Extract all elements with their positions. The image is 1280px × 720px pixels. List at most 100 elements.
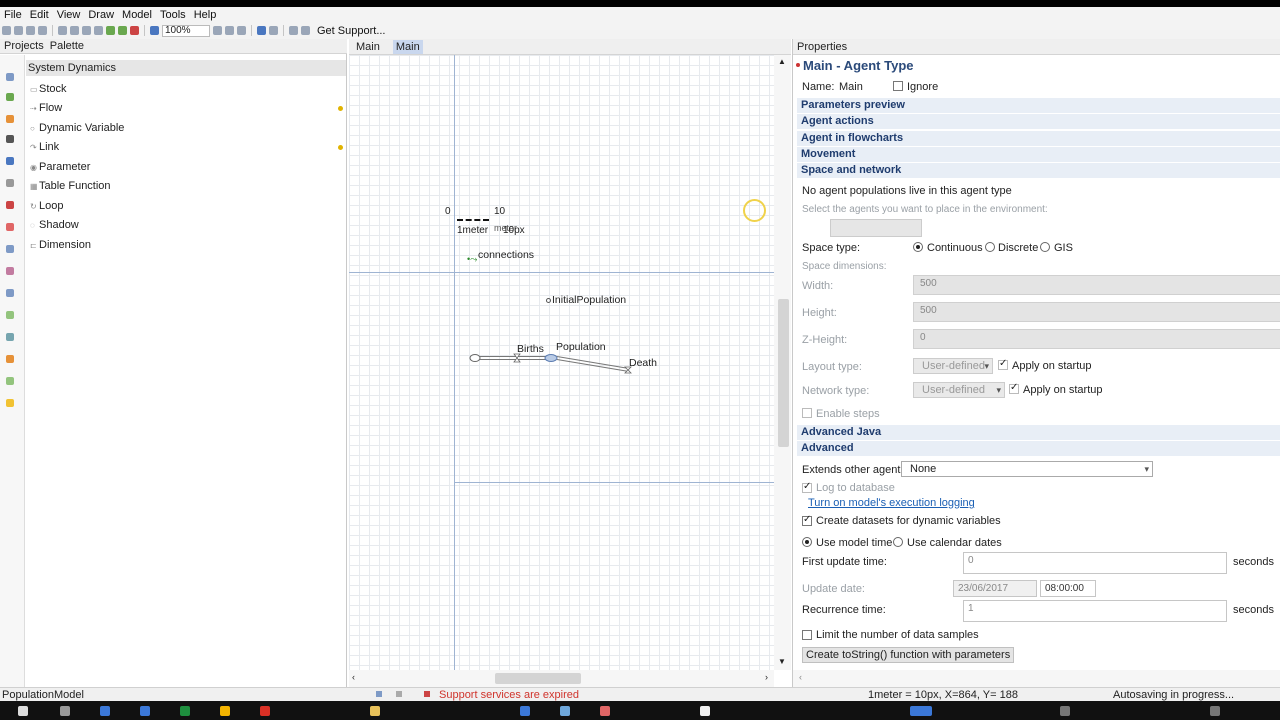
grid-icon[interactable] — [269, 26, 278, 35]
palette-item-table-function[interactable]: ▦ Table Function — [30, 180, 111, 192]
menu-file[interactable]: File — [0, 9, 26, 21]
app-icon[interactable] — [520, 706, 530, 716]
zoom-combo[interactable]: 100% — [162, 24, 210, 37]
menu-edit[interactable]: Edit — [26, 9, 53, 21]
palette-item-loop[interactable]: ↻ Loop — [30, 200, 63, 212]
editor-canvas[interactable]: 0 10 1meter meter 10px •⤳ connections In… — [349, 55, 774, 670]
scroll-down-icon[interactable]: ▼ — [778, 657, 786, 666]
width-field[interactable]: 500 — [913, 275, 1280, 295]
palette-item-dynamic-variable[interactable]: ○ Dynamic Variable — [30, 122, 124, 134]
name-value[interactable]: Main — [839, 81, 863, 93]
pictures-icon[interactable] — [6, 333, 14, 341]
create-datasets-checkbox[interactable] — [802, 514, 812, 526]
section-parameters-preview[interactable]: Parameters preview — [797, 98, 1280, 113]
properties-horizontal-scrollbar[interactable]: ‹ — [793, 670, 1280, 687]
update-time-field[interactable]: 08:00:00 — [1040, 580, 1096, 597]
controls-icon[interactable] — [6, 289, 14, 297]
extends-select[interactable]: None ▾ — [901, 461, 1153, 477]
rail-library-icon[interactable] — [6, 157, 14, 165]
paste-icon[interactable] — [82, 26, 91, 35]
editor-horizontal-scroll-thumb[interactable] — [495, 673, 581, 684]
app-icon[interactable] — [600, 706, 610, 716]
menu-draw[interactable]: Draw — [84, 9, 118, 21]
save-icon[interactable] — [26, 26, 35, 35]
section-advanced-java[interactable]: Advanced Java — [797, 425, 1280, 440]
palette-item-stock[interactable]: ▭ Stock — [30, 83, 67, 95]
tab-properties[interactable]: Properties — [793, 39, 1280, 55]
section-agent-actions[interactable]: Agent actions — [797, 114, 1280, 129]
save-all-icon[interactable] — [38, 26, 47, 35]
presentation-palette-icon[interactable] — [6, 73, 14, 81]
presentation-3d-icon[interactable] — [6, 355, 14, 363]
agents-selection-box[interactable] — [830, 219, 922, 237]
palette-item-parameter[interactable]: ◉ Parameter — [30, 161, 90, 173]
pan-tool-icon[interactable] — [237, 26, 246, 35]
births-valve[interactable] — [513, 353, 521, 363]
editor-vertical-scroll-thumb[interactable] — [778, 299, 789, 447]
fluid-library-icon[interactable] — [6, 201, 14, 209]
editor-horizontal-scrollbar[interactable]: ‹ › — [349, 670, 774, 687]
app-icon[interactable] — [260, 706, 270, 716]
network-type-select[interactable]: User-defined ▾ — [913, 382, 1005, 398]
scroll-up-icon[interactable]: ▲ — [778, 57, 786, 66]
system-dynamics-icon[interactable] — [6, 179, 14, 187]
recurrence-field[interactable]: 1 — [963, 600, 1227, 622]
first-update-unit[interactable]: seconds — [1233, 556, 1274, 568]
section-space-and-network[interactable]: Space and network — [797, 163, 1280, 178]
edge-icon[interactable] — [100, 706, 110, 716]
layout-apply-on-startup-checkbox[interactable] — [998, 358, 1008, 370]
births-flow-label[interactable]: Births — [517, 343, 544, 355]
execution-logging-link[interactable]: Turn on model's execution logging — [808, 497, 975, 509]
use-model-time-radio[interactable] — [802, 537, 812, 547]
run-icon[interactable] — [118, 26, 127, 35]
new-icon[interactable] — [2, 26, 11, 35]
recurrence-unit[interactable]: seconds — [1233, 604, 1274, 616]
tray-icon[interactable] — [1210, 706, 1220, 716]
palette-item-link[interactable]: ↷ Link — [30, 141, 59, 153]
log-to-database-checkbox[interactable] — [802, 481, 812, 493]
material-handling-icon[interactable] — [6, 377, 14, 385]
scroll-right-icon[interactable]: › — [765, 672, 768, 682]
select-tool-icon[interactable] — [225, 26, 234, 35]
palette-item-dimension[interactable]: ⊏ Dimension — [30, 239, 91, 251]
scroll-left-icon[interactable]: ‹ — [799, 672, 802, 682]
menu-help[interactable]: Help — [190, 9, 221, 21]
continuous-radio[interactable] — [913, 242, 923, 252]
scroll-left-icon[interactable]: ‹ — [352, 672, 355, 682]
back-icon[interactable] — [289, 26, 298, 35]
process-library-icon[interactable] — [6, 93, 14, 101]
open-icon[interactable] — [14, 26, 23, 35]
start-icon[interactable] — [18, 706, 28, 716]
network-apply-on-startup-checkbox[interactable] — [1009, 382, 1019, 394]
forward-icon[interactable] — [301, 26, 310, 35]
marketplace-icon[interactable] — [6, 399, 14, 407]
cut-icon[interactable] — [58, 26, 67, 35]
status-support-expired[interactable]: Support services are expired — [439, 689, 579, 701]
section-movement[interactable]: Movement — [797, 147, 1280, 162]
road-traffic-icon[interactable] — [6, 135, 14, 143]
tab-projects[interactable]: Projects — [4, 40, 44, 52]
app-icon[interactable] — [560, 706, 570, 716]
menu-view[interactable]: View — [53, 9, 85, 21]
app-icon[interactable] — [700, 706, 710, 716]
death-flow-label[interactable]: Death — [629, 357, 657, 369]
ignore-checkbox[interactable] — [893, 81, 903, 91]
menu-model[interactable]: Model — [118, 9, 156, 21]
menu-tools[interactable]: Tools — [156, 9, 190, 21]
zoom-dropdown-icon[interactable] — [213, 26, 222, 35]
anylogic-taskbar-icon[interactable] — [910, 706, 932, 716]
z-height-field[interactable]: 0 — [913, 329, 1280, 349]
section-advanced[interactable]: Advanced — [797, 441, 1280, 456]
update-date-field[interactable]: 23/06/2017 — [953, 580, 1037, 597]
tab-main-2[interactable]: Main — [392, 39, 423, 54]
limit-samples-checkbox[interactable] — [802, 630, 812, 640]
first-update-field[interactable]: 0 — [963, 552, 1227, 574]
population-stock-label[interactable]: Population — [556, 341, 606, 353]
copy-icon[interactable] — [70, 26, 79, 35]
editor-vertical-scrollbar[interactable]: ▲ ▼ — [774, 55, 791, 670]
debug-icon[interactable] — [130, 26, 139, 35]
section-agent-in-flowcharts[interactable]: Agent in flowcharts — [797, 131, 1280, 146]
get-support-button[interactable]: Get Support... — [317, 25, 385, 37]
build-icon[interactable] — [106, 26, 115, 35]
zoom-out-icon[interactable] — [150, 26, 159, 35]
